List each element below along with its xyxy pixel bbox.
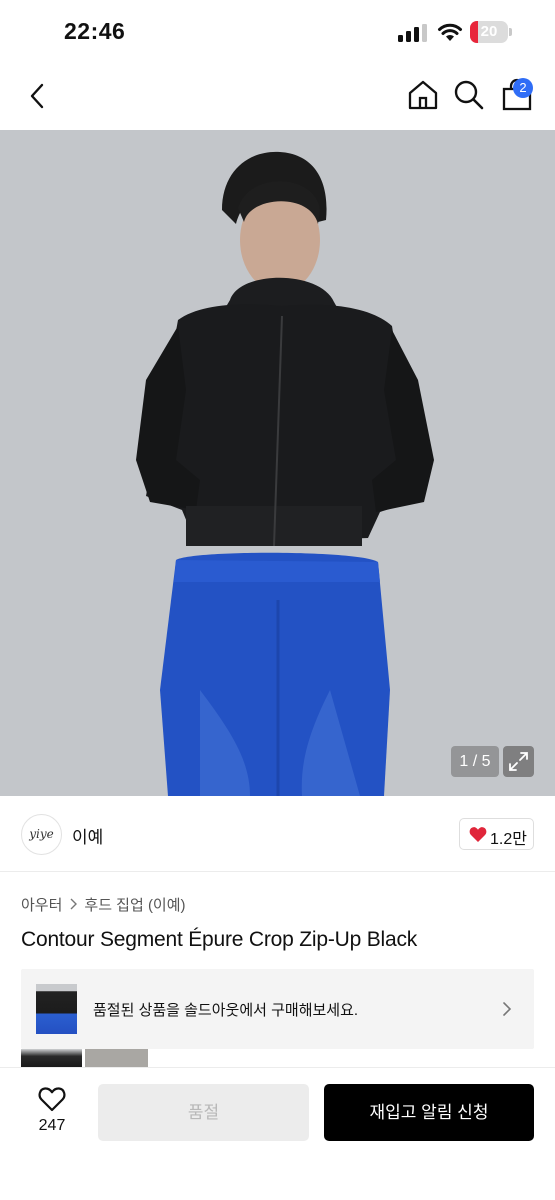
soldout-thumbnail	[36, 984, 77, 1034]
brand-like-button[interactable]: 1.2만	[459, 818, 534, 850]
restock-alert-button[interactable]: 재입고 알림 신청	[324, 1084, 534, 1141]
soldout-banner-text: 품절된 상품을 솔드아웃에서 구매해보세요.	[93, 1002, 359, 1019]
heart-outline-icon[interactable]	[38, 1086, 66, 1112]
breadcrumb: 아우터 후드 집업 (이예)	[21, 893, 186, 915]
status-bar: 22:46 20	[0, 0, 555, 62]
product-image[interactable]	[0, 130, 555, 796]
soldout-button: 품절	[98, 1084, 309, 1141]
battery-icon: 20	[470, 21, 508, 43]
search-icon[interactable]	[452, 78, 486, 112]
battery-indicator: 20	[470, 21, 512, 43]
brand-logo[interactable]: yiye	[21, 814, 62, 855]
battery-level: 20	[480, 23, 498, 40]
status-time: 22:46	[64, 18, 126, 44]
image-counter: 1 / 5	[451, 746, 499, 777]
chevron-left-icon[interactable]	[22, 80, 54, 112]
battery-cap	[509, 28, 512, 36]
home-icon[interactable]	[406, 78, 440, 112]
breadcrumb-subcategory[interactable]: 후드 집업 (이예)	[84, 894, 185, 915]
chevron-right-icon	[503, 1002, 512, 1016]
brand-name[interactable]: 이예	[72, 823, 103, 848]
wifi-icon	[438, 23, 462, 41]
bottom-action-bar: 247 품절 재입고 알림 신청	[0, 1067, 555, 1200]
product-photo	[0, 130, 555, 796]
chevron-right-icon	[70, 898, 78, 910]
cellular-signal-icon	[398, 24, 427, 42]
product-title: Contour Segment Épure Crop Zip-Up Black	[21, 928, 418, 951]
thumbnail-item[interactable]	[21, 1049, 82, 1067]
soldout-banner[interactable]: 품절된 상품을 솔드아웃에서 구매해보세요.	[21, 969, 534, 1049]
wish-count: 247	[38, 1117, 66, 1134]
heart-filled-icon	[469, 827, 487, 842]
related-thumbnails	[21, 1049, 161, 1067]
breadcrumb-category[interactable]: 아우터	[21, 894, 62, 915]
brand-like-count: 1.2만	[490, 831, 527, 848]
top-navigation	[0, 62, 555, 130]
thumbnail-item[interactable]	[85, 1049, 148, 1067]
expand-icon[interactable]	[503, 746, 534, 777]
brand-row: yiye 이예 1.2만	[0, 796, 555, 872]
cart-count-badge: 2	[513, 78, 533, 98]
